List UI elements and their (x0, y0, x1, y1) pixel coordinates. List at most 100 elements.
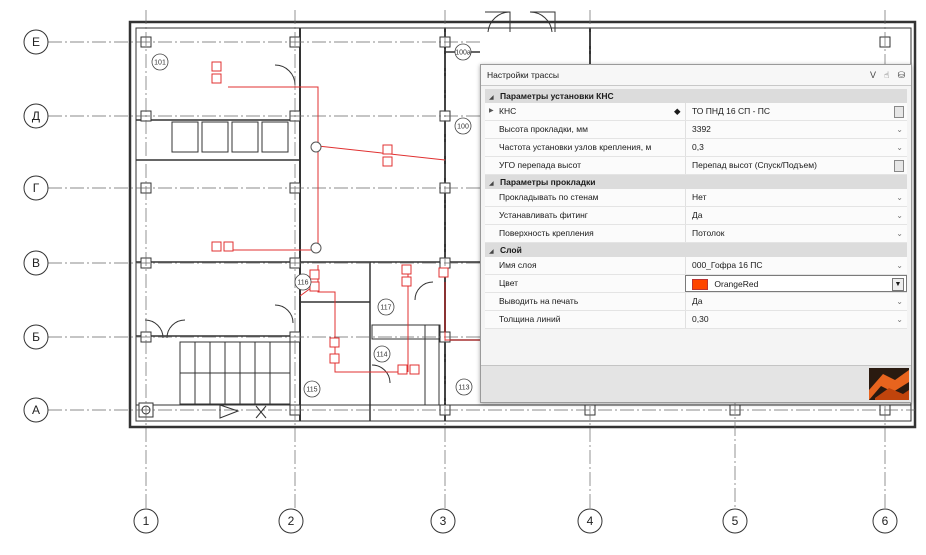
property-name: Прокладывать по стенам (499, 192, 599, 202)
route-settings-dialog: Настройки трассы V ☝ ⛁ ◢ Параметры устан… (480, 64, 912, 403)
property-grid: ◢ Параметры установки КНС ▶ КНС ◆ ТО ПНД… (485, 89, 907, 329)
property-name: Частота установки узлов крепления, м (499, 142, 652, 152)
property-name: УГО перепада высот (499, 160, 582, 170)
svg-text:114: 114 (376, 352, 387, 359)
app-logo-icon (869, 368, 909, 400)
pin-icon[interactable]: ☝ (884, 65, 889, 85)
room-number-tag: 113 (455, 378, 473, 396)
svg-text:2: 2 (288, 514, 295, 528)
chevron-down-icon[interactable]: ⌄ (896, 225, 903, 242)
row-axis-markers: Е Д Г В Б А (23, 29, 49, 423)
row-axis-bubble: А (23, 397, 49, 423)
property-row-color[interactable]: Цвет OrangeRed ▼ (485, 275, 907, 293)
column-axis-bubble: 4 (577, 508, 603, 534)
chevron-down-icon[interactable]: ⌄ (896, 139, 903, 156)
svg-text:100a: 100a (455, 50, 471, 57)
property-value[interactable]: 000_Гофра 16 ПС (692, 260, 763, 270)
row-axis-bubble: Е (23, 29, 49, 55)
property-value[interactable]: 0,30 (692, 314, 709, 324)
property-row-install-fitting[interactable]: Устанавливать фитинг Да ⌄ (485, 207, 907, 225)
svg-text:Е: Е (32, 35, 40, 49)
chevron-down-icon[interactable]: ⌄ (896, 189, 903, 206)
column-axis-markers: 1 2 3 4 5 6 (133, 508, 898, 534)
property-value[interactable]: Нет (692, 192, 706, 202)
room-number-tag: 116 (294, 273, 312, 291)
section-header-kns[interactable]: ◢ Параметры установки КНС (485, 89, 907, 103)
room-number-tag: 101 (151, 53, 169, 71)
chevron-down-icon[interactable]: ⌄ (896, 121, 903, 138)
svg-text:115: 115 (306, 387, 317, 394)
chevron-down-icon[interactable]: ⌄ (896, 257, 903, 274)
svg-text:3: 3 (440, 514, 447, 528)
property-value[interactable]: Потолок (692, 228, 725, 238)
dialog-title: Настройки трассы (487, 70, 559, 80)
property-name: Толщина линий (499, 314, 561, 324)
property-row-height[interactable]: Высота прокладки, мм 3392 ⌄ (485, 121, 907, 139)
property-value[interactable]: Да (692, 296, 702, 306)
property-row-line-weight[interactable]: Толщина линий 0,30 ⌄ (485, 311, 907, 329)
expand-arrow-icon[interactable]: ▶ (489, 103, 494, 120)
property-row-print[interactable]: Выводить на печать Да ⌄ (485, 293, 907, 311)
property-name: Поверхность крепления (499, 228, 594, 238)
chevron-down-icon[interactable]: ⌄ (896, 311, 903, 328)
color-swatch (692, 279, 708, 291)
route-symbols (211, 61, 449, 375)
property-value[interactable]: 0,3 (692, 142, 704, 152)
property-row-height-drop-symbol[interactable]: УГО перепада высот Перепад высот (Спуск/… (485, 157, 907, 175)
room-number-tag: 100a (454, 43, 472, 61)
database-icon[interactable]: ⛁ (897, 65, 905, 85)
svg-text:4: 4 (587, 514, 594, 528)
svg-text:117: 117 (380, 305, 391, 312)
cable-route (228, 86, 480, 373)
property-row-layer-name[interactable]: Имя слоя 000_Гофра 16 ПС ⌄ (485, 257, 907, 275)
svg-text:А: А (32, 403, 40, 417)
property-value: Перепад высот (Спуск/Подъем) (692, 160, 817, 170)
row-axis-bubble: Б (23, 324, 49, 350)
svg-text:5: 5 (732, 514, 739, 528)
property-value[interactable]: OrangeRed (714, 279, 758, 289)
diamond-icon: ◆ (674, 106, 681, 116)
dialog-title-bar: Настройки трассы V ☝ ⛁ (481, 65, 911, 86)
property-name: КНС (499, 106, 517, 116)
room-number-tag: 114 (373, 345, 391, 363)
svg-text:В: В (32, 256, 40, 270)
column-axis-bubble: 6 (872, 508, 898, 534)
chevron-down-icon[interactable]: ⌄ (896, 293, 903, 310)
collapse-button[interactable]: V (870, 65, 876, 85)
property-value: ТО ПНД 16 СП - ПС (692, 106, 771, 116)
room-number-tag: 100 (454, 117, 472, 135)
room-labels: 101 100 100a 115 116 117 114 113 (151, 43, 473, 398)
collapse-triangle-icon[interactable]: ◢ (489, 181, 494, 187)
svg-text:Г: Г (33, 181, 40, 195)
property-name: Высота прокладки, мм (499, 124, 588, 134)
property-name: Устанавливать фитинг (499, 210, 588, 220)
property-row-mount-frequency[interactable]: Частота установки узлов крепления, м 0,3… (485, 139, 907, 157)
section-header-layer[interactable]: ◢ Слой (485, 243, 907, 257)
row-axis-bubble: Д (23, 103, 49, 129)
column-axis-bubble: 5 (722, 508, 748, 534)
svg-text:101: 101 (154, 60, 166, 67)
collapse-triangle-icon[interactable]: ◢ (489, 249, 494, 255)
svg-text:Б: Б (32, 330, 40, 344)
column-axis-bubble: 3 (430, 508, 456, 534)
property-row-mount-surface[interactable]: Поверхность крепления Потолок ⌄ (485, 225, 907, 243)
section-header-laying[interactable]: ◢ Параметры прокладки (485, 175, 907, 189)
property-row-along-walls[interactable]: Прокладывать по стенам Нет ⌄ (485, 189, 907, 207)
property-name: Цвет (499, 278, 519, 288)
svg-text:1: 1 (143, 514, 150, 528)
property-value[interactable]: 3392 (692, 124, 711, 134)
dropdown-arrow-icon[interactable]: ▼ (892, 278, 904, 291)
property-row-kns[interactable]: ▶ КНС ◆ ТО ПНД 16 СП - ПС (485, 103, 907, 121)
property-value[interactable]: Да (692, 210, 702, 220)
chevron-down-icon[interactable]: ⌄ (896, 207, 903, 224)
column-axis-bubble: 1 (133, 508, 159, 534)
svg-text:113: 113 (458, 385, 469, 392)
collapse-triangle-icon[interactable]: ◢ (489, 95, 494, 101)
property-name: Выводить на печать (499, 296, 579, 306)
browse-button[interactable] (894, 106, 904, 118)
svg-text:100: 100 (457, 124, 469, 131)
room-number-tag: 117 (377, 298, 395, 316)
browse-button[interactable] (894, 160, 904, 172)
dialog-footer (481, 365, 911, 402)
row-axis-bubble: В (23, 250, 49, 276)
